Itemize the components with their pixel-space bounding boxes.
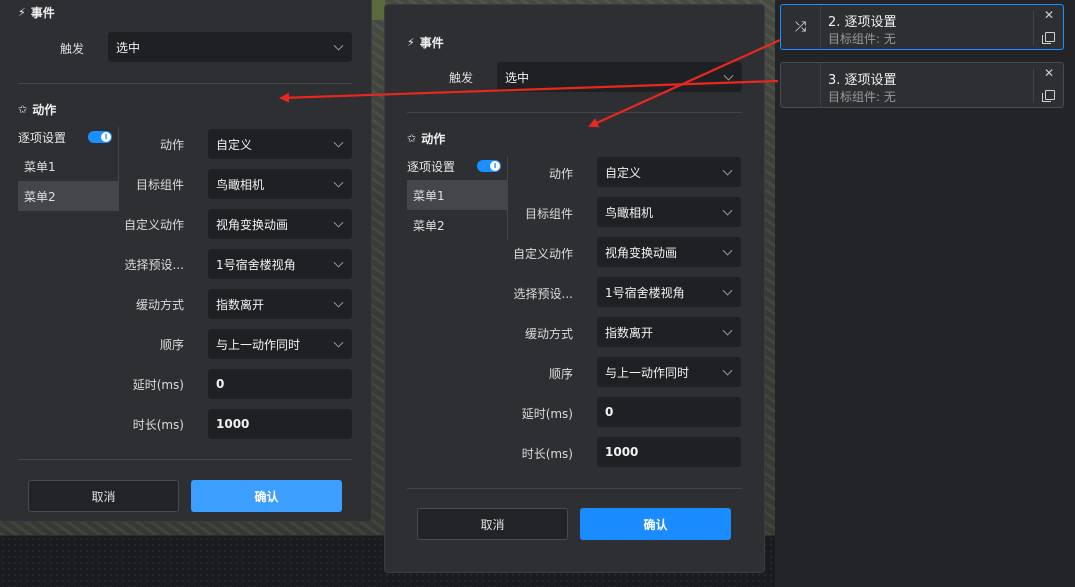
cancel-button[interactable]: 取消 [417, 508, 568, 540]
card-subtitle: 目标组件: 无 [828, 90, 896, 104]
lightning-icon: ⚡ [18, 6, 26, 19]
trigger-label: 触发 [448, 71, 473, 85]
easing-select[interactable]: 指数离开 [208, 289, 352, 319]
copy-icon[interactable] [1042, 90, 1055, 102]
trigger-label: 触发 [59, 42, 84, 56]
tab-menu2[interactable]: 菜单2 [407, 210, 507, 240]
star-icon: ✩ [18, 103, 28, 116]
toggle-knob: I [490, 161, 500, 171]
action-section-title: ✩ 动作 [407, 132, 446, 146]
card-title: 3. 逐项设置 [828, 73, 897, 88]
cancel-button[interactable]: 取消 [28, 480, 179, 512]
delay-label: 延时(ms) [132, 378, 184, 392]
duration-label: 时长(ms) [132, 418, 184, 432]
step-card-2[interactable]: ⤮ 2. 逐项设置 目标组件: 无 ✕ [780, 4, 1064, 50]
card-title: 2. 逐项设置 [828, 15, 897, 30]
preset-label: 选择预设... [513, 287, 573, 301]
order-select[interactable]: 与上一动作同时 [597, 357, 741, 387]
target-label: 目标组件 [524, 207, 573, 221]
easing-select[interactable]: 指数离开 [597, 317, 741, 347]
event-dialog-back: × ⚡ 事件 触发 选中 ✩ 动作 逐项设置 I 菜单1 菜单2 动作 自定义 … [0, 0, 372, 522]
chevron-down-icon [722, 165, 733, 176]
preset-select[interactable]: 1号宿舍楼视角 [597, 277, 741, 307]
custom-action-select[interactable]: 视角变换动画 [597, 237, 741, 267]
scene-detail [370, 0, 385, 20]
delay-input[interactable]: 0 [208, 369, 352, 399]
action-select[interactable]: 自定义 [597, 157, 741, 187]
star-icon: ✩ [407, 132, 417, 145]
target-select[interactable]: 鸟瞰相机 [597, 197, 741, 227]
delay-label: 延时(ms) [521, 407, 573, 421]
copy-icon[interactable] [1042, 32, 1055, 44]
divider [407, 488, 742, 489]
tab-menu1[interactable]: 菜单1 [407, 180, 507, 210]
confirm-button[interactable]: 确认 [580, 508, 731, 540]
duration-label: 时长(ms) [521, 447, 573, 461]
chevron-down-icon [722, 285, 733, 296]
action-select[interactable]: 自定义 [208, 129, 352, 159]
toggle-knob: I [101, 132, 111, 142]
divider [18, 459, 352, 460]
event-section-title: ⚡ 事件 [407, 36, 444, 50]
chevron-down-icon [723, 70, 734, 81]
chevron-down-icon [722, 245, 733, 256]
chevron-down-icon [333, 217, 344, 228]
card-divider [1033, 69, 1034, 103]
easing-label: 缓动方式 [135, 298, 184, 312]
chevron-down-icon [333, 40, 344, 51]
shuffle-icon: ⤮ [781, 5, 821, 49]
chevron-down-icon [333, 297, 344, 308]
chevron-down-icon [333, 257, 344, 268]
item-setting-toggle[interactable]: I [88, 131, 112, 143]
custom-action-label: 自定义动作 [123, 218, 184, 232]
action-label: 动作 [159, 138, 184, 152]
card-subtitle: 目标组件: 无 [828, 32, 896, 46]
item-setting-toggle[interactable]: I [477, 160, 501, 172]
chevron-down-icon [722, 365, 733, 376]
chevron-down-icon [333, 177, 344, 188]
order-label: 顺序 [548, 367, 573, 381]
tab-menu1[interactable]: 菜单1 [18, 151, 118, 181]
duration-input[interactable]: 1000 [597, 437, 741, 467]
easing-label: 缓动方式 [524, 327, 573, 341]
menu-tabs: 逐项设置 I 菜单1 菜单2 [407, 156, 508, 240]
card-icon-slot [781, 63, 821, 107]
event-dialog: ⚡ 事件 触发 选中 ✩ 动作 逐项设置 I 菜单1 菜单2 动作 自定义 目标… [384, 4, 765, 573]
action-section-title: ✩ 动作 [18, 103, 57, 117]
divider [18, 83, 352, 84]
step-card-3[interactable]: 3. 逐项设置 目标组件: 无 ✕ [780, 62, 1064, 108]
custom-action-label: 自定义动作 [512, 247, 573, 261]
card-divider [1033, 11, 1034, 45]
chevron-down-icon [333, 337, 344, 348]
divider [407, 112, 742, 113]
trigger-select[interactable]: 选中 [108, 32, 352, 62]
preset-select[interactable]: 1号宿舍楼视角 [208, 249, 352, 279]
delay-input[interactable]: 0 [597, 397, 741, 427]
target-label: 目标组件 [135, 178, 184, 192]
order-label: 顺序 [159, 338, 184, 352]
chevron-down-icon [333, 137, 344, 148]
chevron-down-icon [722, 325, 733, 336]
confirm-button[interactable]: 确认 [191, 480, 342, 512]
lightning-icon: ⚡ [407, 36, 415, 49]
close-icon[interactable]: ✕ [1044, 8, 1054, 22]
order-select[interactable]: 与上一动作同时 [208, 329, 352, 359]
menu-tabs: 逐项设置 I 菜单1 菜单2 [18, 127, 119, 211]
target-select[interactable]: 鸟瞰相机 [208, 169, 352, 199]
trigger-select[interactable]: 选中 [497, 62, 742, 92]
event-section-title: ⚡ 事件 [18, 6, 55, 20]
duration-input[interactable]: 1000 [208, 409, 352, 439]
preset-label: 选择预设... [124, 258, 184, 272]
action-label: 动作 [548, 167, 573, 181]
custom-action-select[interactable]: 视角变换动画 [208, 209, 352, 239]
close-icon[interactable]: ✕ [1044, 66, 1054, 80]
chevron-down-icon [722, 205, 733, 216]
tab-menu2[interactable]: 菜单2 [18, 181, 118, 211]
